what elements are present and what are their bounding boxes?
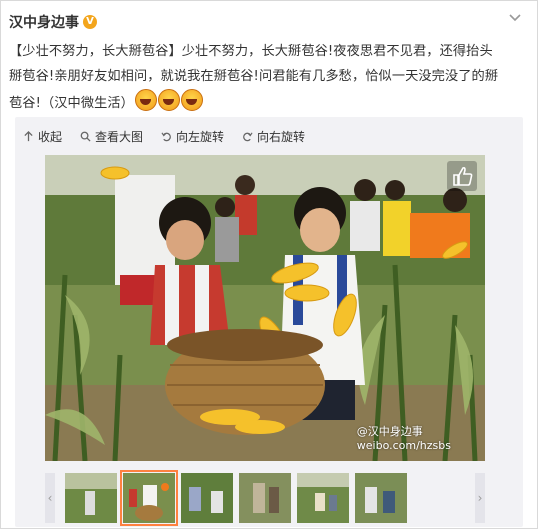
cornfield-children-photo — [45, 155, 485, 461]
collapse-button[interactable]: 收起 — [23, 127, 62, 145]
weibo-post-card: 汉中身边事 V 【少壮不努力，长大掰苞谷】少壮不努力，长大掰苞谷!夜夜思君不见君… — [0, 0, 538, 529]
search-icon — [80, 131, 91, 142]
thumbnail[interactable] — [239, 473, 291, 523]
post-text-line: 【少壮不努力，长大掰苞谷】少壮不努力，长大掰苞谷!夜夜思君不见君，还得抬头 — [9, 44, 493, 59]
post-text-line: 苞谷!（汉中微生活） — [9, 89, 525, 116]
post-text-line: 掰苞谷!亲朋好友如相问，就说我在掰苞谷!问君能有几多愁，恰似一天没完没了的掰 — [9, 69, 499, 84]
watermark-name: @汉中身边事 — [356, 425, 423, 438]
main-photo[interactable]: @汉中身边事 weibo.com/hzsbs — [45, 155, 485, 461]
thumbnail[interactable] — [181, 473, 233, 523]
verified-badge-icon: V — [83, 15, 97, 29]
post-header: 汉中身边事 V — [9, 11, 97, 33]
rotate-right-button[interactable]: 向右旋转 — [242, 127, 305, 145]
chevron-down-icon[interactable] — [507, 9, 523, 25]
view-large-label: 查看大图 — [95, 129, 144, 144]
thumbnail-active[interactable] — [120, 470, 178, 526]
thumbnail[interactable] — [355, 473, 407, 523]
like-button[interactable] — [447, 161, 477, 191]
view-large-button[interactable]: 查看大图 — [80, 127, 143, 145]
photo-watermark: @汉中身边事 weibo.com/hzsbs — [357, 425, 451, 453]
watermark-url: weibo.com/hzsbs — [356, 439, 451, 452]
media-toolbar: 收起 查看大图 向左旋转 向右旋转 — [23, 127, 305, 145]
rotate-left-label: 向左旋转 — [176, 129, 225, 144]
arrow-up-icon — [24, 130, 33, 141]
media-viewer: 收起 查看大图 向左旋转 向右旋转 @汉中身边事 weibo.com/hzsbs… — [15, 117, 523, 527]
thumbnail[interactable] — [65, 473, 117, 523]
rotate-right-icon — [243, 132, 253, 141]
thumb-prev-button[interactable]: ‹ — [45, 473, 55, 523]
rotate-left-icon — [161, 132, 171, 141]
thumbnail-strip: ‹ › — [45, 470, 485, 526]
laughing-emoji-icon — [180, 89, 203, 111]
collapse-label: 收起 — [38, 129, 63, 144]
laughing-emoji-icon — [134, 89, 157, 111]
thumb-next-button[interactable]: › — [475, 473, 485, 523]
post-text: 【少壮不努力，长大掰苞谷】少壮不努力，长大掰苞谷!夜夜思君不见君，还得抬头 掰苞… — [9, 39, 525, 116]
thumbnail[interactable] — [297, 473, 349, 523]
author-name[interactable]: 汉中身边事 — [9, 12, 79, 32]
rotate-left-button[interactable]: 向左旋转 — [161, 127, 224, 145]
laughing-emoji-icon — [157, 89, 180, 111]
rotate-right-label: 向右旋转 — [257, 129, 306, 144]
thumbs-up-icon — [453, 166, 473, 186]
